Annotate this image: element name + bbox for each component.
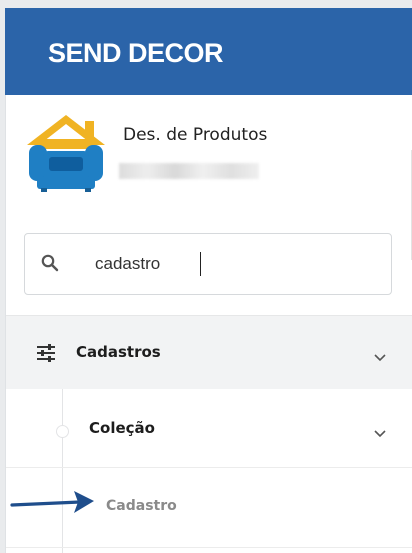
arrow-right-icon [10, 488, 100, 518]
tree-node-dot [56, 425, 69, 438]
sidebar: Des. de Produtos cadastro Cadastros Cole… [5, 95, 412, 553]
brand-title[interactable]: SEND DECOR [48, 38, 224, 69]
menu-item-cadastros-label: Cadastros [76, 343, 161, 361]
sliders-icon [36, 344, 56, 362]
chevron-down-icon[interactable] [374, 349, 386, 362]
search-input[interactable] [95, 251, 375, 277]
user-role-blurred [119, 163, 259, 179]
chevron-down-icon[interactable] [374, 425, 386, 438]
user-name: Des. de Produtos [123, 125, 268, 145]
menu-item-colecao-label: Coleção [89, 419, 155, 437]
app-window: SEND DECOR Des. de Produtos cadastro Cad… [0, 0, 412, 553]
menu-item-cadastro-label: Cadastro [106, 498, 177, 514]
search-icon [41, 254, 59, 272]
menu-item-cadastros[interactable]: Cadastros [6, 315, 412, 389]
search-box[interactable] [24, 233, 392, 295]
text-caret [200, 252, 201, 276]
sofa-house-icon [23, 113, 109, 193]
app-header: SEND DECOR [5, 8, 412, 95]
divider [6, 547, 412, 548]
user-panel: Des. de Produtos [6, 95, 412, 205]
